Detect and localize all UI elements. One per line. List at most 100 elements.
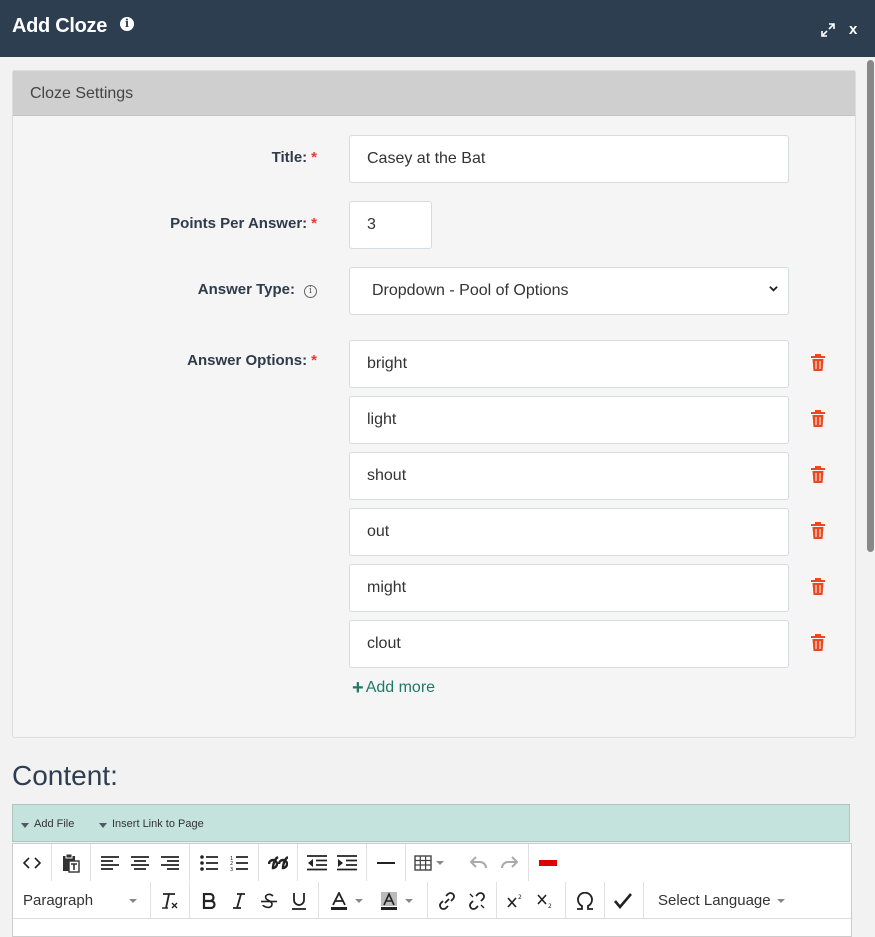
scrollbar-thumb[interactable]: [867, 60, 874, 552]
add-more-label: Add more: [365, 679, 436, 696]
answer-option-input[interactable]: clout: [349, 620, 789, 668]
title-input[interactable]: Casey at the Bat: [349, 135, 789, 183]
points-label-text: Points Per Answer:: [170, 215, 308, 232]
toolbar-group: [319, 882, 428, 919]
add-file-label: Add File: [34, 818, 75, 830]
required-marker: *: [311, 149, 317, 166]
answer-option-input[interactable]: out: [349, 508, 789, 556]
bold-icon[interactable]: [194, 886, 224, 916]
caret-down-icon: [21, 823, 29, 828]
caret-down-icon: [99, 823, 107, 828]
superscript-icon[interactable]: 2: [501, 886, 531, 916]
svg-text:3: 3: [230, 867, 233, 871]
toolbar-group: [298, 844, 367, 881]
red-line-icon[interactable]: [533, 848, 563, 878]
bullet-list-icon[interactable]: [194, 848, 224, 878]
answer-option-input[interactable]: might: [349, 564, 789, 612]
paragraph-dropdown[interactable]: Paragraph: [13, 882, 151, 919]
add-more-button[interactable]: + Add more: [352, 678, 436, 698]
strikethrough-icon[interactable]: [254, 886, 284, 916]
panel-heading: Cloze Settings: [13, 71, 855, 116]
file-ribbon: Add File Insert Link to Page: [12, 804, 850, 842]
title-input-value: Casey at the Bat: [367, 150, 486, 167]
insert-link-label: Insert Link to Page: [112, 818, 204, 830]
toolbar-group: [91, 844, 190, 881]
expand-icon[interactable]: [820, 22, 836, 38]
align-left-icon[interactable]: [95, 848, 125, 878]
align-center-icon[interactable]: [125, 848, 155, 878]
outdent-icon[interactable]: [302, 848, 332, 878]
paragraph-label: Paragraph: [23, 892, 94, 909]
title-label-text: Title:: [271, 149, 308, 166]
trash-icon[interactable]: [810, 410, 826, 428]
answer-type-label-text: Answer Type:: [197, 281, 295, 298]
italic-icon[interactable]: [224, 886, 254, 916]
answer-option-value: shout: [367, 467, 407, 484]
toolbar-group: [190, 882, 319, 919]
points-input-value: 3: [367, 216, 376, 233]
caret-down-icon: [436, 860, 444, 865]
close-icon[interactable]: x: [849, 21, 857, 38]
info-icon[interactable]: i: [304, 285, 317, 298]
answer-type-select[interactable]: Dropdown - Pool of Options: [349, 267, 789, 315]
unlink-icon[interactable]: [462, 886, 492, 916]
clear-format-icon[interactable]: [155, 886, 185, 916]
answer-option-value: might: [367, 579, 407, 596]
trash-icon[interactable]: [810, 522, 826, 540]
omega-icon[interactable]: [570, 886, 600, 916]
blockquote-icon[interactable]: [263, 848, 293, 878]
paste-text-icon[interactable]: [56, 848, 86, 878]
toolbar-group: [151, 882, 190, 919]
align-right-icon[interactable]: [155, 848, 185, 878]
toolbar-group: [367, 844, 406, 881]
toolbar-row: 123: [13, 844, 567, 881]
rich-text-editor: 123 Paragraph 2 2 Select Language: [12, 843, 853, 937]
chevron-down-icon: [769, 286, 778, 292]
answer-option-value: clout: [367, 635, 401, 652]
numbered-list-icon[interactable]: 123: [224, 848, 254, 878]
points-input[interactable]: 3: [349, 201, 432, 249]
insert-link-button[interactable]: Insert Link to Page: [99, 818, 204, 830]
toolbar-group: 2 2: [497, 882, 566, 919]
code-icon[interactable]: [17, 848, 47, 878]
language-label: Select Language: [658, 892, 771, 909]
add-file-button[interactable]: Add File: [21, 818, 74, 830]
horizontal-rule-icon[interactable]: [371, 848, 401, 878]
background-color-icon[interactable]: [373, 886, 423, 916]
answer-option-value: out: [367, 523, 390, 540]
trash-icon[interactable]: [810, 466, 826, 484]
svg-text:2: 2: [548, 903, 552, 909]
required-marker: *: [311, 215, 317, 232]
checkmark-icon[interactable]: [609, 886, 639, 916]
language-dropdown[interactable]: Select Language: [644, 882, 789, 919]
title-label: Title: *: [17, 149, 317, 166]
trash-icon[interactable]: [810, 634, 826, 652]
undo-icon[interactable]: [464, 848, 494, 878]
answer-option-input[interactable]: bright: [349, 340, 789, 388]
answer-options-label: Answer Options: *: [17, 352, 317, 369]
toolbar-group: [406, 844, 452, 881]
redo-icon[interactable]: [494, 848, 524, 878]
toolbar-group: [428, 882, 497, 919]
editor-divider: [13, 918, 853, 919]
underline-icon[interactable]: [284, 886, 314, 916]
toolbar-group: [259, 844, 298, 881]
link-icon[interactable]: [432, 886, 462, 916]
answer-option-input[interactable]: shout: [349, 452, 789, 500]
text-color-icon[interactable]: [323, 886, 373, 916]
table-icon[interactable]: [410, 848, 448, 878]
toolbar-group: [566, 882, 605, 919]
subscript-icon[interactable]: 2: [531, 886, 561, 916]
indent-icon[interactable]: [332, 848, 362, 878]
trash-icon[interactable]: [810, 578, 826, 596]
answer-option-value: light: [367, 411, 397, 428]
caret-down-icon: [355, 898, 363, 903]
content-heading: Content:: [12, 760, 118, 791]
toolbar-group: [13, 844, 52, 881]
trash-icon[interactable]: [810, 354, 826, 372]
info-icon[interactable]: i: [120, 17, 134, 31]
caret-down-icon: [776, 898, 785, 903]
toolbar-group: [605, 882, 644, 919]
answer-option-input[interactable]: light: [349, 396, 789, 444]
answer-type-label: Answer Type: i: [17, 281, 317, 298]
